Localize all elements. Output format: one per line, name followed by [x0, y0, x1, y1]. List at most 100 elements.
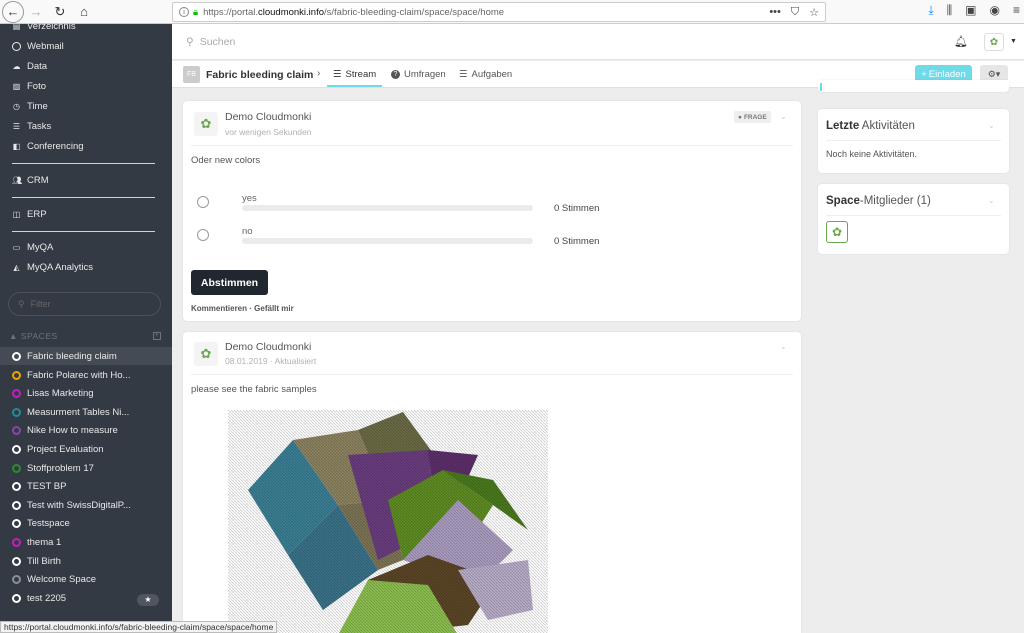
sidebar-space-item[interactable]: thema 1	[12, 537, 61, 548]
url-domain: cloudmonki.info	[257, 6, 324, 18]
forward-icon[interactable]: →	[24, 1, 48, 23]
image-post: ✿ Demo Cloudmonki 08.01.2019 · Aktualisi…	[183, 332, 801, 633]
chevron-down-icon[interactable]: ▼	[1010, 38, 1017, 45]
image-icon: ▨	[12, 82, 21, 91]
space-image[interactable]: FB	[183, 66, 200, 83]
post-time[interactable]: vor wenigen Sekunden	[225, 127, 311, 137]
users-icon: 👥︎	[12, 176, 23, 185]
tab-aufgaben[interactable]: ☰ Aufgaben	[459, 69, 512, 80]
search-icon: ⚲	[186, 36, 194, 48]
search-icon: ⚲	[18, 298, 25, 309]
comment-link[interactable]: Kommentieren	[191, 304, 247, 313]
sidebar-space-item[interactable]: Fabric bleeding claim	[12, 351, 117, 362]
sidebar-toggle-icon[interactable]: ▣	[965, 3, 976, 18]
sidebar-item-myqa[interactable]: ▭ MyQA	[12, 242, 54, 253]
library-icon[interactable]: ⫼	[947, 3, 953, 18]
chevron-down-icon[interactable]: ⌄	[780, 112, 787, 121]
list-icon: ☰	[333, 69, 342, 80]
post-actions: Kommentieren · Gefällt mir	[191, 304, 294, 313]
vote-button[interactable]: Abstimmen	[191, 270, 268, 295]
space-label: Measurment Tables Ni...	[27, 406, 130, 418]
space-label: TEST BP	[27, 481, 67, 493]
menu-icon[interactable]: ≡	[1013, 3, 1020, 18]
space-color-icon	[12, 352, 21, 361]
back-icon[interactable]: ←	[2, 0, 24, 23]
address-bar[interactable]: i 🔒︎ https://portal. cloudmonki.info/s/fa…	[172, 2, 826, 22]
sidebar-space-item[interactable]: Fabric Polarec with Ho...	[12, 370, 130, 381]
account-icon[interactable]: ◉	[990, 3, 1000, 18]
member-avatar[interactable]: ✿	[826, 221, 848, 243]
sidebar-item-crm[interactable]: 👥︎ CRM	[12, 175, 49, 186]
space-color-icon	[12, 538, 21, 547]
author-avatar[interactable]: ✿	[194, 342, 218, 366]
chevron-right-icon: ›	[317, 68, 321, 79]
sidebar-space-item[interactable]: Lisas Marketing	[12, 388, 94, 399]
page-actions-icon[interactable]: •••	[769, 6, 781, 19]
poll-option-radio[interactable]	[197, 229, 209, 241]
post-time[interactable]: 08.01.2019 · Aktualisiert	[225, 356, 316, 366]
post-author[interactable]: Demo Cloudmonki	[225, 111, 311, 123]
space-color-icon	[12, 593, 21, 603]
chevron-down-icon[interactable]: ⌄	[988, 121, 995, 130]
pocket-icon[interactable]: ⛉	[791, 6, 799, 19]
sidebar-space-item[interactable]: TEST BP	[12, 481, 66, 492]
area-chart-icon: ◭	[13, 263, 20, 272]
sidebar-item-myqa-analytics[interactable]: ◭ MyQA Analytics	[12, 262, 93, 273]
space-label: Nike How to measure	[27, 425, 118, 437]
clock-icon: ◷	[13, 102, 20, 111]
space-filter-input[interactable]: ⚲ Filter	[8, 292, 161, 316]
sidebar-item-webmail[interactable]: Webmail	[12, 41, 64, 52]
download-icon[interactable]: ⤓	[928, 3, 933, 18]
author-avatar[interactable]: ✿	[194, 112, 218, 136]
tab-umfragen[interactable]: ? Umfragen	[391, 69, 446, 80]
spaces-header: ▲ SPACES +	[9, 331, 161, 341]
activities-panel: Letzte Aktivitäten ⌄ Noch keine Aktivitä…	[818, 109, 1009, 173]
notification-bell-icon[interactable]: 🔔︎	[954, 35, 968, 48]
space-color-icon	[12, 445, 21, 454]
space-color-icon	[12, 370, 21, 380]
global-search[interactable]: ⚲ Suchen	[186, 36, 235, 48]
space-label: Project Evaluation	[27, 444, 104, 455]
sidebar-item-erp[interactable]: ◫ ERP	[12, 209, 47, 220]
chevron-down-icon[interactable]: ⌄	[780, 342, 787, 351]
space-label: Fabric Polarec with Ho...	[27, 369, 131, 381]
question-icon: ●	[738, 113, 742, 121]
poll-option-label: no	[242, 226, 253, 237]
sidebar-space-item[interactable]: Test with SwissDigitalP...	[12, 500, 131, 511]
sidebar-space-item[interactable]: Till Birth	[12, 556, 61, 567]
sidebar-item-foto[interactable]: ▨ Foto	[12, 81, 46, 92]
sidebar-space-item[interactable]: test 2205	[12, 593, 66, 604]
favorite-badge[interactable]: ★	[137, 594, 159, 606]
user-avatar[interactable]: ✿	[984, 33, 1004, 51]
reload-icon[interactable]: ↻	[48, 1, 72, 23]
sidebar-item-time[interactable]: ◷ Time	[12, 101, 48, 112]
collapse-icon[interactable]: ▲	[9, 331, 18, 341]
sidebar-item-data[interactable]: ☁ Data	[12, 61, 48, 72]
directory-icon: ▤	[12, 22, 21, 31]
sidebar-space-item[interactable]: Stoffproblem 17	[12, 463, 94, 474]
poll-option-radio[interactable]	[197, 196, 209, 208]
plus-icon: +	[921, 68, 927, 80]
post-author[interactable]: Demo Cloudmonki	[225, 341, 311, 353]
sidebar-item-conferencing[interactable]: ◧ Conferencing	[12, 141, 84, 152]
space-label: test 2205	[27, 592, 67, 604]
sidebar-space-item[interactable]: Project Evaluation	[12, 444, 104, 455]
browser-toolbar: ← → ↻ ⌂ i 🔒︎ https://portal. cloudmonki.i…	[0, 0, 1024, 24]
sidebar-space-item[interactable]: Nike How to measure	[12, 425, 118, 436]
home-icon[interactable]: ⌂	[72, 1, 96, 23]
no-activities-text: Noch keine Aktivitäten.	[826, 149, 918, 159]
info-icon[interactable]: i	[179, 7, 189, 17]
fabric-samples-image[interactable]	[228, 410, 548, 633]
sidebar-divider	[12, 231, 155, 232]
sidebar-space-item[interactable]: Measurment Tables Ni...	[12, 407, 129, 418]
chevron-down-icon[interactable]: ⌄	[988, 196, 995, 205]
bookmark-star-icon[interactable]: ☆	[809, 6, 819, 19]
sidebar-item-tasks[interactable]: ☰ Tasks	[12, 121, 51, 132]
space-title[interactable]: Fabric bleeding claim	[206, 69, 313, 81]
like-link[interactable]: Gefällt mir	[254, 304, 294, 313]
add-space-icon[interactable]: +	[153, 332, 161, 340]
sidebar-space-item[interactable]: Welcome Space	[12, 574, 96, 585]
sidebar-item-verzeichnis[interactable]: ▤ Verzeichnis	[12, 21, 76, 32]
sidebar-space-item[interactable]: Testspace	[12, 518, 70, 529]
tab-stream[interactable]: ☰ Stream	[327, 69, 383, 87]
